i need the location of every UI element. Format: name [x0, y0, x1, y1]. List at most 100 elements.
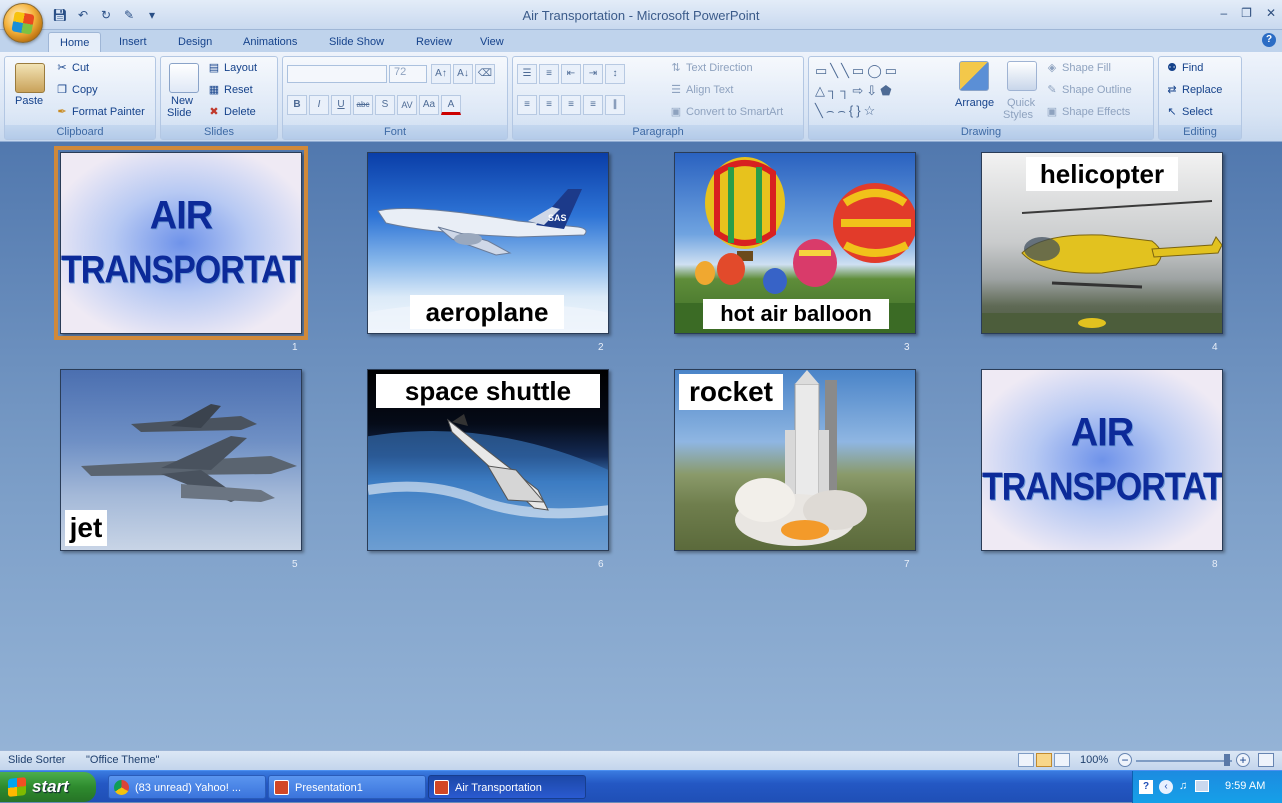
text-direction-button[interactable]: ⇅ Text Direction: [669, 61, 752, 75]
convert-smartart-button[interactable]: ▣ Convert to SmartArt: [669, 105, 783, 119]
expand-tray-icon[interactable]: ‹: [1159, 780, 1173, 794]
align-left-icon[interactable]: ≡: [517, 95, 537, 115]
shapes-gallery[interactable]: ▭╲╲▭◯▭ △┐┐⇨⇩⬟ ╲⌢⌢{}☆: [815, 61, 937, 121]
bold-button[interactable]: B: [287, 95, 307, 115]
increase-indent-icon[interactable]: ⇥: [583, 64, 603, 84]
zoom-out-icon[interactable]: −: [1118, 753, 1132, 767]
slide-thumbnail-3[interactable]: hot air balloon: [674, 152, 916, 334]
bullets-icon[interactable]: ☰: [517, 64, 537, 84]
replace-button[interactable]: ⇄ Replace: [1165, 83, 1222, 97]
start-button[interactable]: start: [0, 772, 96, 802]
slide-thumbnail-5[interactable]: jet: [60, 369, 302, 551]
underline-button[interactable]: U: [331, 95, 351, 115]
list-buttons: ☰ ≡ ⇤ ⇥ ↕: [517, 64, 625, 84]
slide-sorter-view-icon[interactable]: [1036, 753, 1052, 767]
clipboard-label: Clipboard: [5, 125, 155, 139]
zoom-slider[interactable]: [1136, 760, 1232, 762]
align-text-label: Align Text: [686, 84, 734, 96]
grow-font-icon[interactable]: A↑: [431, 64, 451, 84]
decrease-indent-icon[interactable]: ⇤: [561, 64, 581, 84]
new-slide-icon[interactable]: [169, 63, 199, 93]
shape-outline-button[interactable]: ✎ Shape Outline: [1045, 83, 1131, 97]
new-slide-button[interactable]: New: [171, 95, 193, 107]
align-text-button[interactable]: ☰ Align Text: [669, 83, 734, 97]
align-center-icon[interactable]: ≡: [539, 95, 559, 115]
font-group: 72 A↑ A↓ ⌫ B I U abc S AV Aa A Font: [282, 56, 508, 140]
normal-view-icon[interactable]: [1018, 753, 1034, 767]
select-button[interactable]: ↖ Select: [1165, 105, 1212, 119]
help-icon[interactable]: ?: [1262, 33, 1276, 47]
paste-button[interactable]: Paste: [15, 95, 43, 107]
shape-effects-button[interactable]: ▣ Shape Effects: [1045, 105, 1131, 119]
slide-thumbnail-7[interactable]: rocket: [674, 369, 916, 551]
copy-button[interactable]: ❐ Copy: [55, 83, 98, 97]
tab-home[interactable]: Home: [48, 32, 102, 52]
find-button[interactable]: ⚉ Find: [1165, 61, 1203, 75]
quick-styles-icon[interactable]: [1007, 61, 1037, 91]
volume-icon[interactable]: ♫: [1179, 780, 1187, 792]
cut-button[interactable]: ✂ Cut: [55, 61, 89, 75]
window-title: Air Transportation - Microsoft PowerPoin…: [522, 8, 760, 23]
reset-button[interactable]: ▦ Reset: [207, 83, 253, 97]
restore-icon[interactable]: ❐: [1241, 6, 1252, 20]
quick-styles-button-line2[interactable]: Styles: [1003, 109, 1033, 121]
tab-animations[interactable]: Animations: [232, 32, 308, 52]
slide-thumbnail-2[interactable]: SAS aeroplane: [367, 152, 609, 334]
close-icon[interactable]: ✕: [1266, 6, 1276, 20]
office-button[interactable]: [3, 3, 43, 43]
network-icon[interactable]: [1195, 780, 1209, 792]
save-icon[interactable]: 💾︎: [52, 7, 68, 23]
arrange-button[interactable]: Arrange: [955, 97, 994, 109]
columns-icon[interactable]: ∥: [605, 95, 625, 115]
redo-icon[interactable]: ↻: [98, 7, 114, 23]
reset-label: Reset: [224, 84, 253, 96]
tab-slide-show[interactable]: Slide Show: [318, 32, 395, 52]
tab-design[interactable]: Design: [167, 32, 223, 52]
line-spacing-icon[interactable]: ↕: [605, 64, 625, 84]
layout-button[interactable]: ▤ Layout: [207, 61, 257, 75]
taskbar-item-presentation1[interactable]: Presentation1: [268, 775, 426, 799]
italic-button[interactable]: I: [309, 95, 329, 115]
align-right-icon[interactable]: ≡: [561, 95, 581, 115]
slide-thumbnail-6[interactable]: space shuttle: [367, 369, 609, 551]
new-slide-button-line2[interactable]: Slide: [167, 107, 191, 119]
numbering-icon[interactable]: ≡: [539, 64, 559, 84]
tab-insert[interactable]: Insert: [108, 32, 158, 52]
strikethrough-button[interactable]: abc: [353, 95, 373, 115]
editing-group: ⚉ Find ⇄ Replace ↖ Select Editing: [1158, 56, 1242, 140]
customize-qat-button[interactable]: ▾: [144, 7, 160, 23]
slide-thumbnail-4[interactable]: helicopter: [981, 152, 1223, 334]
quick-styles-button[interactable]: Quick: [1007, 97, 1035, 109]
char-spacing-button[interactable]: AV: [397, 95, 417, 115]
tab-review[interactable]: Review: [405, 32, 463, 52]
font-color-button[interactable]: A: [441, 95, 461, 115]
shadow-button[interactable]: S: [375, 95, 395, 115]
shrink-font-icon[interactable]: A↓: [453, 64, 473, 84]
format-icon[interactable]: ✎: [121, 7, 137, 23]
slide-number: 2: [598, 342, 604, 353]
slideshow-view-icon[interactable]: [1054, 753, 1070, 767]
slide-thumbnail-8[interactable]: AIR TRANSPORTATION: [981, 369, 1223, 551]
slide-thumbnail-1[interactable]: AIR TRANSPORTATION: [54, 146, 308, 340]
shape-fill-button[interactable]: ◈ Shape Fill: [1045, 61, 1111, 75]
minimize-icon[interactable]: –: [1220, 6, 1227, 20]
font-name-box[interactable]: [287, 65, 387, 83]
font-size-box[interactable]: 72: [389, 65, 427, 83]
justify-icon[interactable]: ≡: [583, 95, 603, 115]
zoom-in-icon[interactable]: +: [1236, 753, 1250, 767]
tab-view[interactable]: View: [469, 32, 515, 52]
taskbar-item-yahoo[interactable]: (83 unread) Yahoo! ...: [108, 775, 266, 799]
help-tray-icon[interactable]: ?: [1139, 780, 1153, 794]
format-painter-button[interactable]: ✒ Format Painter: [55, 105, 144, 119]
paste-icon[interactable]: [15, 63, 45, 93]
paint-bucket-icon: ◈: [1047, 62, 1057, 74]
fit-to-window-icon[interactable]: [1258, 753, 1274, 767]
undo-icon[interactable]: ↶: [75, 7, 91, 23]
arrange-icon[interactable]: [959, 61, 989, 91]
task-label: Air Transportation: [455, 782, 542, 794]
clear-format-icon[interactable]: ⌫: [475, 64, 495, 84]
delete-button[interactable]: ✖ Delete: [207, 105, 255, 119]
change-case-button[interactable]: Aa: [419, 95, 439, 115]
taskbar-item-air-transportation[interactable]: Air Transportation: [428, 775, 586, 799]
zoom-slider-thumb[interactable]: [1224, 754, 1230, 766]
